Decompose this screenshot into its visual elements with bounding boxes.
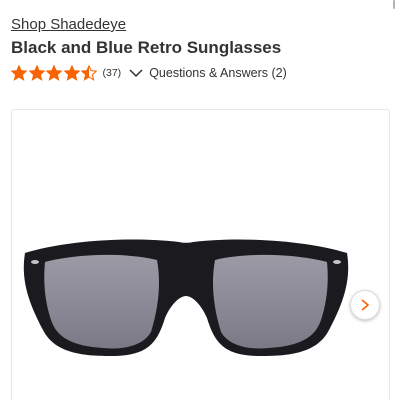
review-count[interactable]: (37) xyxy=(103,67,122,79)
shop-brand-link[interactable]: Shop Shadedeye xyxy=(11,15,126,35)
star-half-icon xyxy=(81,65,97,81)
chevron-right-icon xyxy=(361,299,370,311)
product-title: Black and Blue Retro Sunglasses xyxy=(11,38,282,57)
chevron-down-icon[interactable] xyxy=(129,68,143,78)
scrollbar[interactable] xyxy=(393,0,395,9)
questions-answers-link[interactable]: Questions & Answers (2) xyxy=(149,66,287,80)
star-full-icon xyxy=(46,65,62,81)
next-image-button[interactable] xyxy=(350,290,380,320)
star-full-icon xyxy=(11,65,27,81)
star-rating[interactable] xyxy=(11,65,99,81)
star-full-icon xyxy=(63,65,80,81)
star-full-icon xyxy=(28,65,45,81)
sunglasses-product-image[interactable] xyxy=(11,120,361,360)
rating-row: (37) Questions & Answers (2) xyxy=(11,64,287,82)
